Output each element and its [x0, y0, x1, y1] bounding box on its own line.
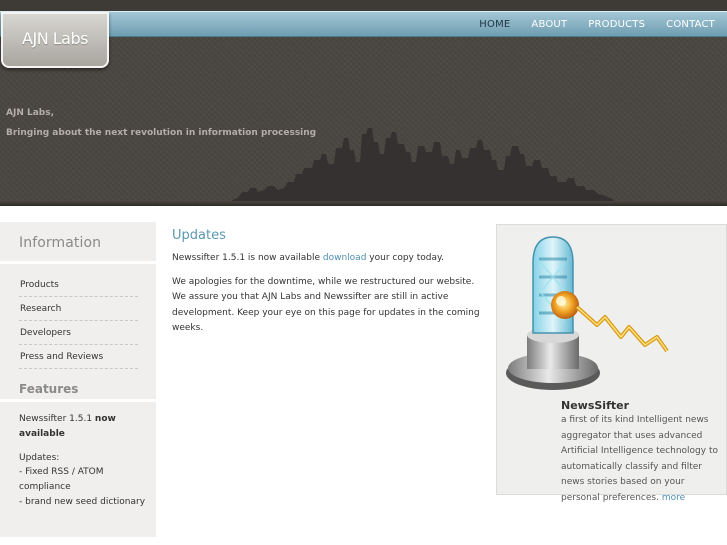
notice-paragraph: We apologies for the downtime, while we … — [172, 276, 480, 334]
nav-products[interactable]: PRODUCTS — [588, 19, 645, 30]
site-logo[interactable]: AJN Labs — [1, 12, 109, 68]
sidebar-features-header: Features — [0, 374, 156, 402]
newssifter-product-icon[interactable] — [505, 233, 670, 393]
features-updates-label: Updates: — [19, 452, 60, 463]
main-content: Updates Newssifter 1.5.1 is now availabl… — [172, 228, 480, 337]
features-update-item: - Fixed RSS / ATOM compliance — [19, 467, 104, 493]
intro-text-before: Newssifter 1.5.1 is now available — [172, 253, 321, 263]
sidebar-features-title: Features — [19, 382, 79, 396]
features-update-item: - brand new seed dictionary — [19, 496, 146, 507]
features-lead: Newssifter 1.5.1 now available — [19, 412, 156, 442]
product-more-link[interactable]: more — [662, 493, 685, 503]
site-header: HOME ABOUT PRODUCTS CONTACT AJN Labs AJN… — [0, 0, 727, 206]
sidebar-item-developers[interactable]: Developers — [19, 321, 138, 345]
intro-paragraph: Newssifter 1.5.1 is now available downlo… — [172, 251, 480, 267]
sidebar-item-products[interactable]: Products — [19, 273, 138, 297]
sidebar: Information Products Research Developers… — [0, 222, 156, 545]
logo-text: AJN Labs — [22, 28, 88, 48]
sidebar-features-body: Newssifter 1.5.1 now available Updates: … — [0, 402, 156, 537]
main-nav: HOME ABOUT PRODUCTS CONTACT — [458, 12, 715, 36]
header-top-strip — [0, 0, 727, 11]
product-title: NewsSifter — [561, 399, 629, 412]
sidebar-item-research[interactable]: Research — [19, 297, 138, 321]
sidebar-item-press[interactable]: Press and Reviews — [19, 345, 138, 369]
sidebar-menu-gap — [19, 264, 138, 273]
product-panel: NewsSifter a first of its kind Intellige… — [496, 224, 727, 503]
sidebar-info-title: Information — [19, 235, 102, 251]
city-skyline-graphic — [0, 128, 727, 206]
intro-text-after: your copy today. — [369, 253, 444, 263]
page-title: Updates — [172, 228, 226, 243]
product-description: a first of its kind Intelligent news agg… — [561, 413, 723, 506]
features-lead-text: Newssifter 1.5.1 — [19, 414, 93, 424]
download-link[interactable]: download — [323, 253, 367, 263]
nav-contact[interactable]: CONTACT — [666, 19, 715, 30]
nav-home[interactable]: HOME — [479, 19, 510, 30]
product-description-text: a first of its kind Intelligent news agg… — [561, 415, 718, 503]
nav-bar: HOME ABOUT PRODUCTS CONTACT — [0, 11, 727, 37]
sidebar-info-header: Information — [0, 222, 156, 264]
sidebar-menu: Products Research Developers Press and R… — [0, 264, 156, 374]
header-bottom-edge — [0, 201, 727, 206]
nav-about[interactable]: ABOUT — [531, 19, 567, 30]
